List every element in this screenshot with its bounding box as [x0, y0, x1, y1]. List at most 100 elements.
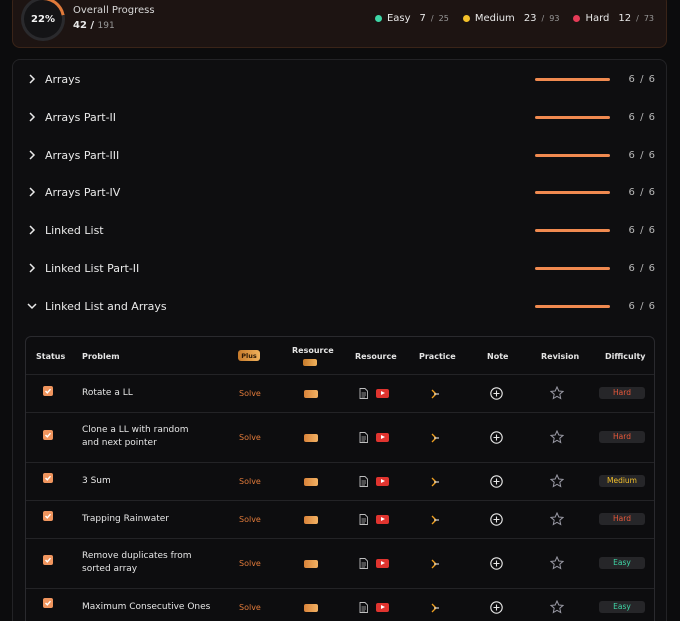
topic-arrays-part-iv[interactable]: Arrays Part-IV 6 / 6 [13, 173, 666, 211]
solve-link[interactable]: Solve [239, 477, 261, 486]
topic-name: Arrays Part-III [45, 148, 120, 162]
table-row: Clone a LL with random and next pointer … [26, 413, 654, 463]
plus-resource-icon[interactable] [304, 604, 318, 612]
add-note-icon[interactable] [490, 475, 503, 488]
topic-count: 6 / 6 [628, 300, 656, 312]
article-icon[interactable] [359, 602, 368, 613]
table-row: Trapping Rainwater Solve Hard [26, 501, 654, 539]
topic-count: 6 / 6 [628, 224, 656, 236]
solve-link[interactable]: Solve [239, 389, 261, 398]
status-checkbox[interactable] [43, 511, 53, 521]
youtube-icon[interactable] [376, 515, 389, 524]
progress-ring: 22% [21, 0, 65, 41]
table-header: Status Problem Plus Resource Resource Pr… [26, 337, 654, 375]
legend-easy-done: 7 [419, 13, 426, 24]
revision-star-icon[interactable] [550, 474, 564, 488]
topic-progress-bar [535, 153, 610, 157]
youtube-icon[interactable] [376, 603, 389, 612]
add-note-icon[interactable] [490, 431, 503, 444]
plus-resource-icon[interactable] [304, 560, 318, 568]
table-row: Maximum Consecutive Ones Solve Easy [26, 589, 654, 621]
add-note-icon[interactable] [490, 601, 503, 614]
status-checkbox[interactable] [43, 598, 53, 608]
topic-name: Arrays Part-II [45, 110, 117, 124]
topic-progress-bar [535, 228, 610, 232]
practice-icon[interactable] [429, 476, 441, 488]
legend-easy-total: 25 [438, 14, 449, 23]
legend-hard: Hard 12/73 [573, 13, 654, 24]
practice-icon[interactable] [429, 514, 441, 526]
legend-easy-label: Easy [386, 13, 411, 24]
topic-progress-bar [535, 77, 610, 81]
solve-link[interactable]: Solve [239, 603, 261, 612]
revision-star-icon[interactable] [550, 600, 564, 614]
youtube-icon[interactable] [376, 389, 389, 398]
difficulty-badge: Medium [599, 475, 645, 487]
legend-medium-done: 23 [523, 13, 537, 24]
difficulty-badge: Hard [599, 387, 645, 399]
status-checkbox[interactable] [43, 386, 53, 396]
add-note-icon[interactable] [490, 513, 503, 526]
topic-linked-list-and-arrays[interactable]: Linked List and Arrays 6 / 6 [13, 287, 666, 325]
progress-percent: 22% [24, 0, 62, 38]
add-note-icon[interactable] [490, 557, 503, 570]
plus-resource-icon[interactable] [304, 516, 318, 524]
youtube-icon[interactable] [376, 559, 389, 568]
practice-icon[interactable] [429, 388, 441, 400]
plus-resource-icon[interactable] [304, 390, 318, 398]
topic-name: Arrays [45, 72, 81, 86]
topic-arrays[interactable]: Arrays 6 / 6 [13, 60, 666, 98]
revision-star-icon[interactable] [550, 556, 564, 570]
difficulty-badge: Easy [599, 601, 645, 613]
table-row: 3 Sum Solve Medium [26, 463, 654, 501]
chevron-right-icon [27, 74, 37, 84]
legend-medium-label: Medium [474, 13, 515, 24]
article-icon[interactable] [359, 558, 368, 569]
problem-name[interactable]: Maximum Consecutive Ones [82, 601, 222, 614]
legend-medium-total: 93 [549, 14, 560, 23]
problem-name[interactable]: 3 Sum [82, 475, 212, 488]
topic-linked-list-part-ii[interactable]: Linked List Part-II 6 / 6 [13, 249, 666, 287]
plus-resource-icon[interactable] [304, 434, 318, 442]
solve-link[interactable]: Solve [239, 433, 261, 442]
difficulty-badge: Hard [599, 431, 645, 443]
practice-icon[interactable] [429, 602, 441, 614]
solve-link[interactable]: Solve [239, 559, 261, 568]
practice-icon[interactable] [429, 558, 441, 570]
revision-star-icon[interactable] [550, 512, 564, 526]
youtube-icon[interactable] [376, 477, 389, 486]
topic-arrays-part-iii[interactable]: Arrays Part-III 6 / 6 [13, 136, 666, 174]
topic-arrays-part-ii[interactable]: Arrays Part-II 6 / 6 [13, 98, 666, 136]
status-checkbox[interactable] [43, 473, 53, 483]
revision-star-icon[interactable] [550, 386, 564, 400]
chevron-right-icon [27, 263, 37, 273]
overall-progress-title: Overall Progress [73, 5, 155, 16]
topic-name: Arrays Part-IV [45, 185, 121, 199]
article-icon[interactable] [359, 432, 368, 443]
problem-name[interactable]: Rotate a LL [82, 387, 212, 400]
th-difficulty: Difficulty [605, 352, 646, 361]
chevron-right-icon [27, 187, 37, 197]
legend-hard-label: Hard [585, 13, 610, 24]
problem-name[interactable]: Clone a LL with random and next pointer [82, 424, 207, 450]
topic-progress-bar [535, 115, 610, 119]
revision-star-icon[interactable] [550, 430, 564, 444]
youtube-icon[interactable] [376, 433, 389, 442]
problem-name[interactable]: Remove duplicates from sorted array [82, 550, 207, 576]
add-note-icon[interactable] [490, 387, 503, 400]
article-icon[interactable] [359, 388, 368, 399]
topic-linked-list[interactable]: Linked List 6 / 6 [13, 211, 666, 249]
practice-icon[interactable] [429, 432, 441, 444]
th-resource-plus: Resource [292, 346, 334, 355]
status-checkbox[interactable] [43, 555, 53, 565]
difficulty-badge: Easy [599, 557, 645, 569]
plus-resource-icon[interactable] [304, 478, 318, 486]
legend-medium: Medium 23/93 [462, 13, 560, 24]
chevron-right-icon [27, 112, 37, 122]
overall-sep: / [86, 20, 98, 31]
problem-name[interactable]: Trapping Rainwater [82, 513, 212, 526]
solve-link[interactable]: Solve [239, 515, 261, 524]
status-checkbox[interactable] [43, 430, 53, 440]
article-icon[interactable] [359, 514, 368, 525]
article-icon[interactable] [359, 476, 368, 487]
